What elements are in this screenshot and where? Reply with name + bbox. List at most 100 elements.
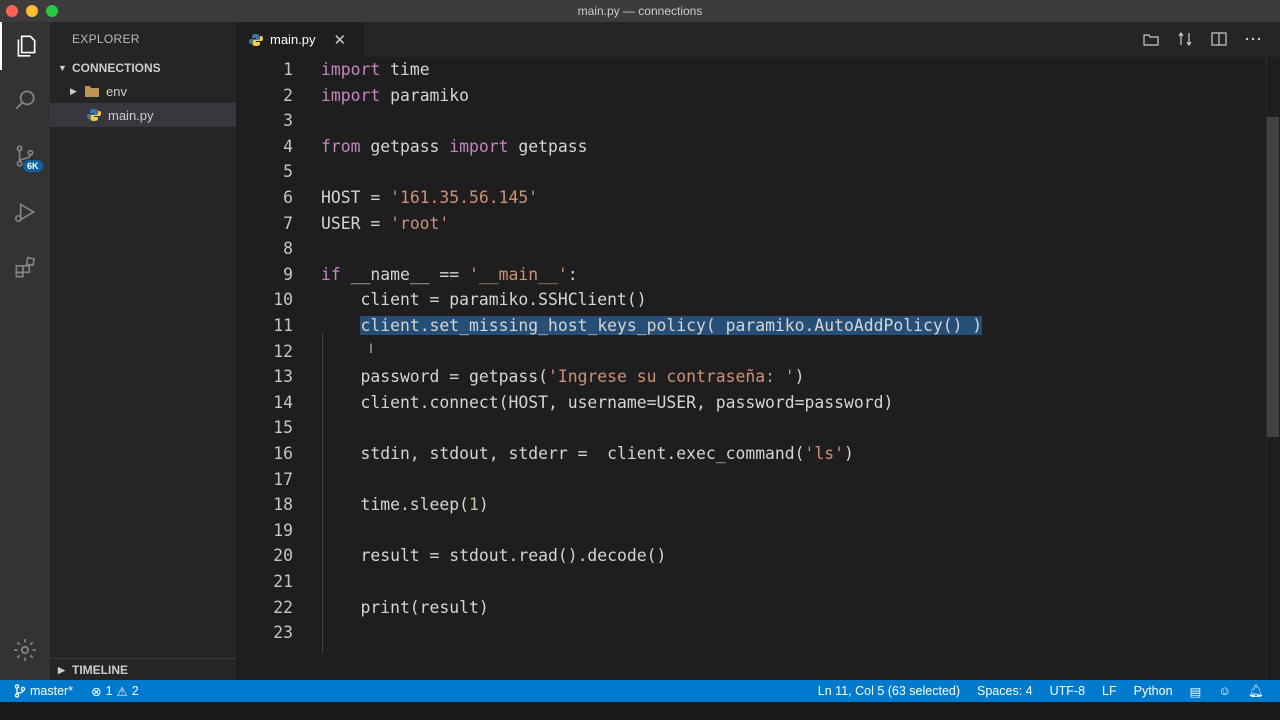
- code-line[interactable]: 1 import time: [236, 57, 1266, 83]
- problems-status[interactable]: ⊗ 1 ⚠ 2: [91, 684, 139, 699]
- feedback-icon[interactable]: ☺: [1218, 684, 1231, 698]
- line-number: 6: [283, 188, 293, 207]
- code-token: 'root': [390, 213, 450, 233]
- code-line[interactable]: 7 USER = 'root': [236, 211, 1266, 237]
- code-text: client.set_missing_host_keys_policy( par…: [321, 313, 983, 339]
- tree-item-env[interactable]: ▶ env: [50, 79, 236, 103]
- line-number: 23: [273, 623, 293, 643]
- line-number: 18: [273, 495, 293, 515]
- sidebar-title: EXPLORER: [72, 32, 140, 46]
- code-line[interactable]: 11 client.set_missing_host_keys_policy( …: [236, 313, 1266, 339]
- line-number: 8: [283, 239, 293, 259]
- code-text: client.connect(HOST, username=USER, pass…: [321, 390, 893, 416]
- code-text: import time: [321, 57, 430, 83]
- branch-name: master*: [30, 684, 74, 698]
- tab-label: main.py: [270, 32, 316, 47]
- python-icon: [86, 108, 102, 122]
- timeline-title: TIMELINE: [72, 663, 128, 677]
- line-number: 16: [273, 444, 293, 463]
- maximize-window-button[interactable]: [46, 5, 58, 17]
- more-actions-icon[interactable]: [1244, 30, 1262, 48]
- cursor-position[interactable]: Ln 11, Col 5 (63 selected): [818, 684, 960, 698]
- code-line[interactable]: 20 result = stdout.read().decode(): [236, 543, 1266, 569]
- scm-badge: 6K: [23, 160, 43, 172]
- line-number: 14: [273, 392, 293, 412]
- code-line[interactable]: 10 client = paramiko.SSHClient(): [236, 287, 1266, 313]
- code-token: time.sleep(: [321, 495, 470, 515]
- code-text: from getpass import getpass: [321, 134, 587, 160]
- tree-item-main-py[interactable]: main.py: [50, 103, 236, 127]
- language-mode[interactable]: Python: [1134, 684, 1173, 698]
- code-token: time: [380, 60, 430, 79]
- code-line[interactable]: 4 from getpass import getpass: [236, 134, 1266, 160]
- line-number: 19: [273, 520, 293, 540]
- git-branch-icon: [14, 684, 26, 698]
- branch-status[interactable]: master*: [14, 684, 73, 698]
- vertical-scrollbar[interactable]: [1266, 57, 1280, 680]
- code-text: HOST = '161.35.56.145': [321, 185, 538, 211]
- error-count: 1: [105, 684, 113, 698]
- timeline-panel[interactable]: ▶ TIMELINE: [50, 658, 236, 680]
- line-number: 15: [273, 418, 293, 438]
- code-line[interactable]: 22 print(result): [236, 595, 1266, 621]
- code-line[interactable]: 17: [236, 467, 1266, 493]
- code-line[interactable]: 2 import paramiko: [236, 83, 1266, 109]
- code-line[interactable]: 6 HOST = '161.35.56.145': [236, 185, 1266, 211]
- chevron-down-icon: ▼: [58, 63, 67, 73]
- tab-main-py[interactable]: main.py ✕: [236, 22, 364, 57]
- os-dock: [0, 702, 1280, 720]
- activity-bar: 6K: [0, 22, 50, 680]
- scrollbar-thumb[interactable]: [1267, 117, 1279, 437]
- compare-icon[interactable]: [1176, 30, 1194, 48]
- code-line[interactable]: 9 if __name__ == '__main__':: [236, 262, 1266, 288]
- open-changes-icon[interactable]: [1142, 30, 1160, 48]
- run-debug-icon[interactable]: [0, 188, 50, 236]
- code-token: USER =: [321, 213, 391, 233]
- code-line[interactable]: 5: [236, 159, 1266, 185]
- code-token: client = paramiko.SSHClient(): [321, 290, 647, 310]
- line-number: 2: [283, 85, 293, 105]
- code-text: print(result): [321, 595, 488, 621]
- indentation-setting[interactable]: Spaces: 4: [977, 684, 1033, 698]
- extensions-icon[interactable]: [0, 244, 50, 292]
- code-line[interactable]: 23: [236, 620, 1266, 646]
- code-token: '161.35.56.145': [390, 188, 539, 207]
- encoding-setting[interactable]: UTF-8: [1050, 684, 1085, 698]
- folder-header[interactable]: ▼ CONNECTIONS: [50, 57, 236, 79]
- code-line[interactable]: 8: [236, 236, 1266, 262]
- code-text: password = getpass('Ingrese su contraseñ…: [321, 364, 804, 390]
- code-editor[interactable]: 1 import time 2 import paramiko 3 4 from getpa…: [236, 57, 1280, 680]
- source-control-icon[interactable]: 6K: [0, 132, 50, 180]
- code-line[interactable]: 12: [236, 339, 1266, 365]
- code-token: HOST =: [321, 188, 391, 207]
- folder-name: CONNECTIONS: [72, 61, 161, 75]
- code-line[interactable]: 19: [236, 518, 1266, 544]
- code-line[interactable]: 14 client.connect(HOST, username=USER, p…: [236, 390, 1266, 416]
- split-editor-icon[interactable]: [1210, 30, 1228, 48]
- code-token: getpass: [508, 136, 588, 156]
- notifications-bell-icon[interactable]: 🔔︎: [1248, 684, 1264, 699]
- code-line[interactable]: 13 password = getpass('Ingrese su contra…: [236, 364, 1266, 390]
- code-line[interactable]: 16 stdin, stdout, stderr = client.exec_c…: [236, 441, 1266, 467]
- close-window-button[interactable]: [6, 5, 18, 17]
- eol-setting[interactable]: LF: [1102, 684, 1117, 698]
- code-token: password = getpass(: [321, 367, 548, 387]
- code-line[interactable]: 18 time.sleep(1): [236, 492, 1266, 518]
- editor-actions: [1142, 30, 1262, 48]
- minimize-window-button[interactable]: [26, 5, 38, 17]
- line-number: 22: [273, 597, 293, 617]
- layout-icon[interactable]: ▤: [1190, 684, 1202, 699]
- code-line[interactable]: 15: [236, 415, 1266, 441]
- title-bar: main.py — connections: [0, 0, 1280, 22]
- settings-gear-icon[interactable]: [0, 626, 50, 674]
- search-icon[interactable]: [0, 76, 50, 124]
- code-line[interactable]: 21: [236, 569, 1266, 595]
- code-text: import paramiko: [321, 83, 469, 109]
- window-title: main.py — connections: [577, 4, 703, 18]
- code-line[interactable]: 3: [236, 108, 1266, 134]
- warning-icon: ⚠: [116, 684, 128, 699]
- close-tab-icon[interactable]: ✕: [334, 31, 347, 49]
- explorer-icon[interactable]: [0, 22, 50, 70]
- code-token: client.connect(HOST, username=USER, pass…: [321, 392, 894, 412]
